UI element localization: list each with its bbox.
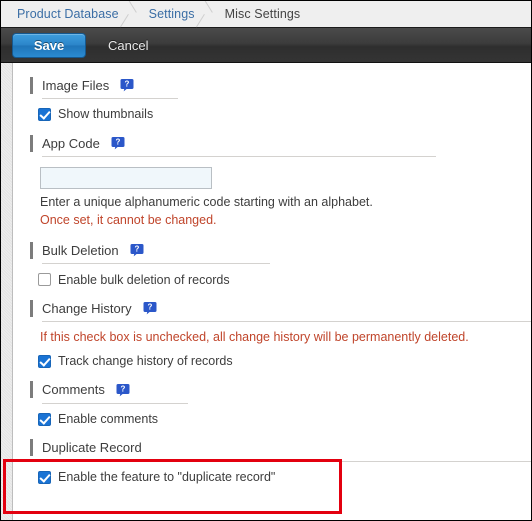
breadcrumb-item-product-database[interactable]: Product Database — [17, 8, 119, 21]
help-question-icon[interactable]: ? — [111, 136, 125, 150]
section-divider — [42, 321, 531, 323]
section-app-code: App Code ? Enter a unique alphanumeric c… — [14, 131, 531, 228]
section-header-comments: Comments ? — [30, 378, 517, 402]
change-history-notice: If this check box is unchecked, all chan… — [40, 330, 469, 345]
section-accent-bar — [30, 381, 33, 399]
section-title-bulk-deletion: Bulk Deletion — [42, 242, 119, 258]
section-title-change-history: Change History — [42, 300, 132, 316]
checkbox-label-track-change-history[interactable]: Track change history of records — [58, 355, 233, 368]
save-button[interactable]: Save — [12, 32, 86, 58]
section-title-comments: Comments — [42, 382, 105, 398]
section-image-files: Image Files ? Show thumbnails — [14, 73, 531, 121]
breadcrumb-separator-icon — [195, 1, 225, 28]
section-header-image-files: Image Files ? — [30, 73, 517, 97]
section-comments: Comments ? Enable comments — [14, 378, 531, 426]
help-question-icon[interactable]: ? — [116, 383, 130, 397]
section-divider — [42, 402, 188, 404]
checkbox-row-show-thumbnails[interactable]: Show thumbnails — [38, 108, 517, 121]
checkbox-track-change-history[interactable] — [38, 354, 51, 368]
misc-settings-window: Product Database Settings Misc Settings … — [0, 0, 532, 521]
section-bulk-deletion: Bulk Deletion ? Enable bulk deletion of … — [14, 238, 531, 287]
checkbox-row-change-history[interactable]: Track change history of records — [38, 354, 517, 368]
checkbox-row-duplicate-record[interactable]: Enable the feature to "duplicate record" — [38, 470, 517, 484]
breadcrumb-separator-icon — [119, 1, 149, 28]
settings-form-panel: Image Files ? Show thumbnails App Code ?… — [13, 63, 531, 520]
section-divider — [42, 98, 178, 99]
cancel-button[interactable]: Cancel — [108, 38, 148, 53]
breadcrumb-item-settings[interactable]: Settings — [149, 8, 195, 21]
checkbox-bulk-deletion[interactable] — [38, 273, 51, 287]
checkbox-label-show-thumbnails[interactable]: Show thumbnails — [58, 108, 153, 121]
section-divider — [42, 156, 436, 157]
section-title-duplicate-record: Duplicate Record — [42, 440, 142, 456]
checkbox-show-thumbnails[interactable] — [38, 108, 51, 121]
section-title-app-code: App Code — [42, 135, 100, 151]
checkbox-row-bulk-deletion[interactable]: Enable bulk deletion of records — [38, 273, 517, 287]
app-code-warning: Once set, it cannot be changed. — [40, 212, 217, 227]
section-duplicate-record: Duplicate Record Enable the feature to "… — [14, 436, 531, 484]
svg-text:?: ? — [147, 303, 152, 312]
settings-body: Image Files ? Show thumbnails App Code ?… — [1, 63, 531, 520]
checkbox-label-enable-duplicate-record[interactable]: Enable the feature to "duplicate record" — [58, 471, 275, 484]
svg-text:?: ? — [115, 138, 120, 147]
breadcrumb: Product Database Settings Misc Settings — [1, 1, 531, 28]
section-header-bulk-deletion: Bulk Deletion ? — [30, 238, 517, 262]
section-title-image-files: Image Files — [42, 77, 110, 93]
breadcrumb-item-misc-settings: Misc Settings — [224, 6, 301, 21]
checkbox-enable-duplicate-record[interactable] — [38, 470, 51, 484]
section-accent-bar — [30, 241, 33, 259]
section-header-change-history: Change History ? — [30, 296, 517, 320]
app-code-hint: Enter a unique alphanumeric code startin… — [40, 195, 373, 209]
svg-text:?: ? — [125, 80, 130, 89]
svg-text:?: ? — [120, 384, 125, 393]
svg-text:?: ? — [134, 245, 139, 254]
section-accent-bar — [30, 439, 33, 457]
app-code-input[interactable] — [40, 167, 212, 189]
checkbox-label-bulk-deletion[interactable]: Enable bulk deletion of records — [58, 273, 230, 287]
checkbox-label-enable-comments[interactable]: Enable comments — [58, 413, 158, 426]
section-accent-bar — [30, 299, 33, 317]
section-accent-bar — [30, 76, 33, 94]
action-toolbar: Save Cancel — [1, 28, 531, 63]
section-accent-bar — [30, 134, 33, 152]
section-change-history: Change History ? If this check box is un… — [14, 296, 531, 368]
checkbox-enable-comments[interactable] — [38, 412, 51, 426]
section-header-duplicate-record: Duplicate Record — [30, 436, 517, 460]
left-gutter — [1, 63, 13, 520]
help-question-icon[interactable]: ? — [120, 78, 134, 92]
section-header-app-code: App Code ? — [30, 131, 517, 155]
section-divider — [42, 263, 270, 265]
section-divider — [42, 460, 531, 462]
help-question-icon[interactable]: ? — [130, 243, 144, 257]
help-question-icon[interactable]: ? — [143, 301, 157, 315]
checkbox-row-enable-comments[interactable]: Enable comments — [38, 412, 517, 426]
